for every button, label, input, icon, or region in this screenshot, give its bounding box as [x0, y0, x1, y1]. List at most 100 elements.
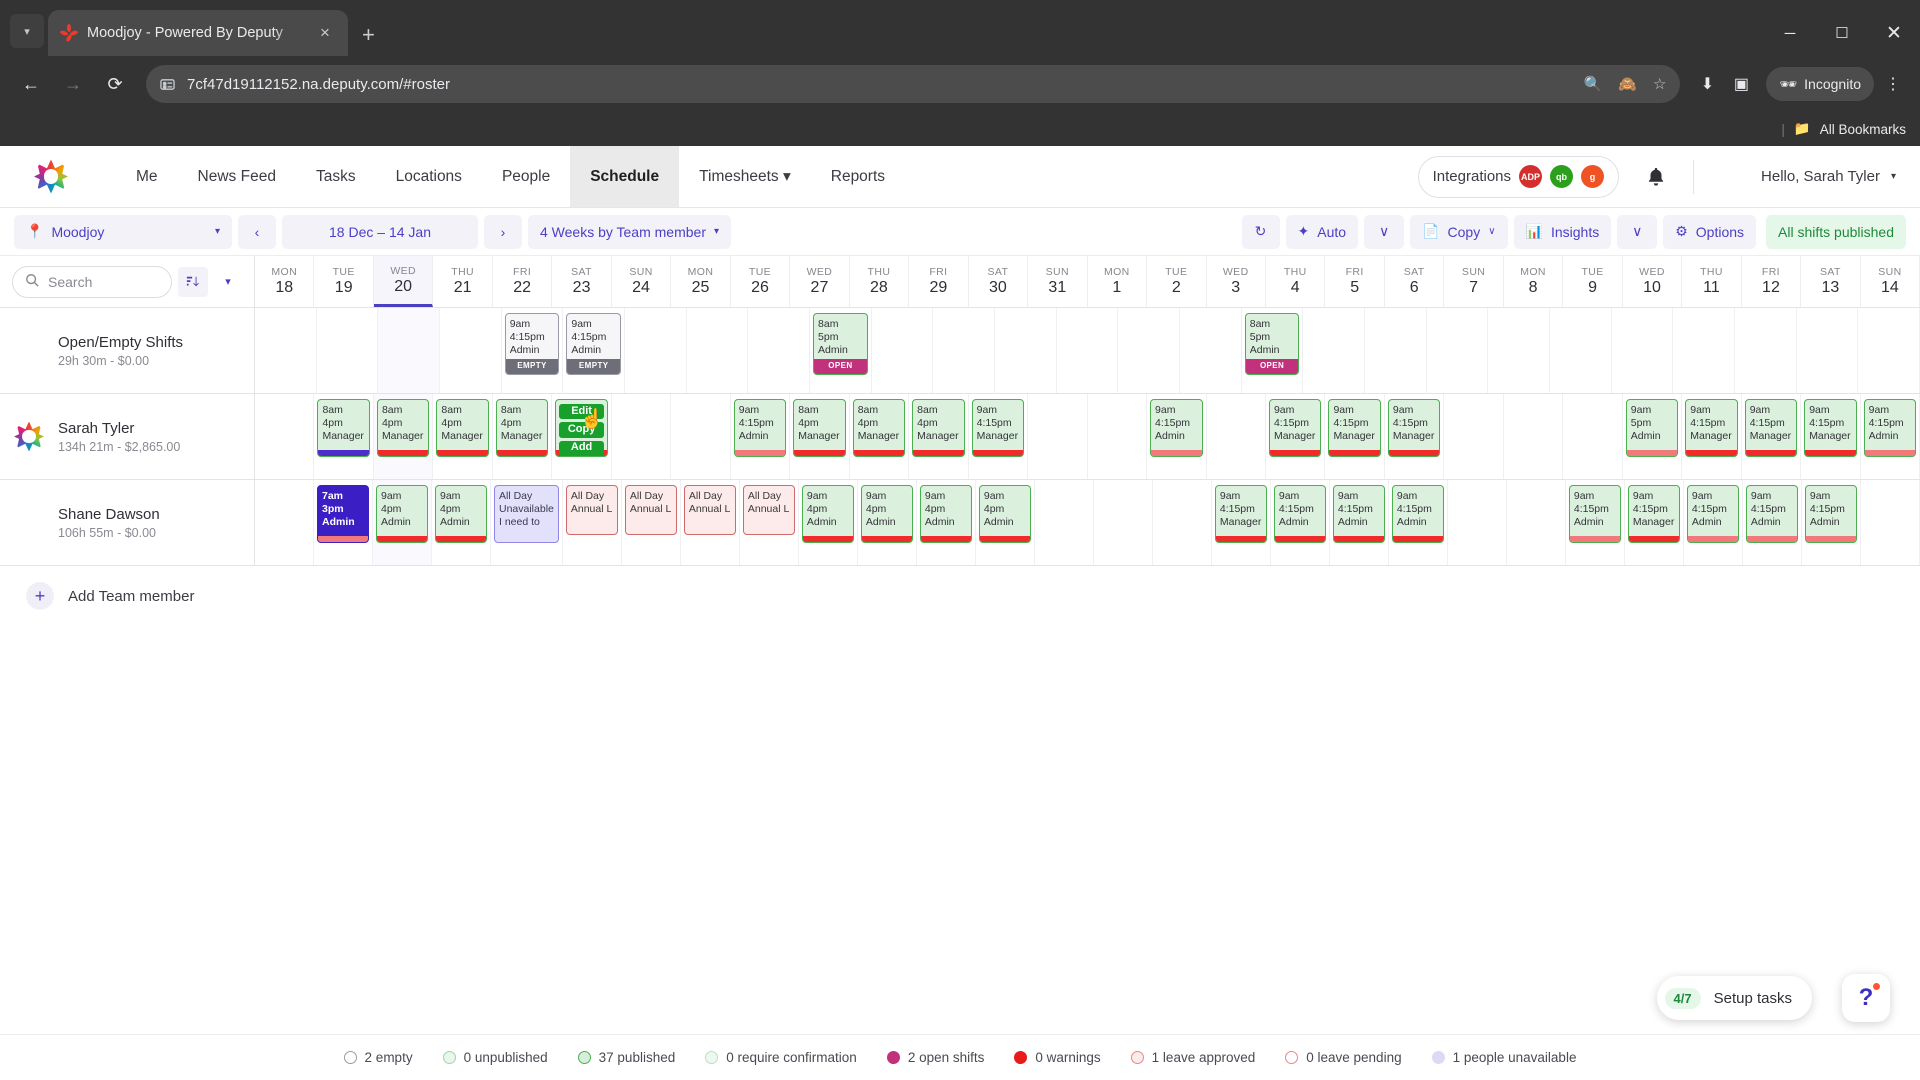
schedule-cell[interactable] — [1550, 308, 1612, 393]
day-column-header[interactable]: WED 10 — [1623, 256, 1683, 307]
schedule-cell[interactable] — [255, 394, 315, 479]
schedule-cell[interactable]: 8am 4pm Manager — [433, 394, 493, 479]
schedule-cell[interactable]: 9am 4:15pm Manager — [1801, 394, 1861, 479]
schedule-cell[interactable]: 9am 4pm Admin — [432, 480, 491, 565]
schedule-cell[interactable] — [1488, 308, 1551, 393]
schedule-cell[interactable] — [748, 308, 811, 393]
publish-status-badge[interactable]: All shifts published — [1766, 214, 1906, 249]
shift-card[interactable]: 9am 4:15pm Manager — [1804, 399, 1857, 457]
address-bar[interactable]: 7cf47d19112152.na.deputy.com/#roster 🔍 🙈… — [146, 65, 1681, 103]
day-column-header[interactable]: SUN 14 — [1861, 256, 1920, 307]
shift-card[interactable]: 8am 4pm Manager — [852, 399, 906, 457]
day-column-header[interactable]: FRI 22 — [493, 256, 553, 307]
shift-card[interactable]: All Day Annual L — [565, 485, 618, 535]
schedule-cell[interactable]: 9am 4:15pm Admin — [1743, 480, 1802, 565]
schedule-cell[interactable]: 8am 4pm Manager — [909, 394, 969, 479]
shift-card[interactable]: 9am 4:15pm Admin EMPTY — [504, 313, 560, 375]
schedule-cell[interactable]: 9am 4:15pm Admin — [1802, 480, 1861, 565]
schedule-cell[interactable] — [255, 308, 317, 393]
schedule-cell[interactable] — [1797, 308, 1859, 393]
shift-card[interactable]: 9am 4:15pm Manager — [1214, 485, 1267, 543]
schedule-cell[interactable] — [687, 308, 749, 393]
shift-card[interactable]: 9am 5pm Admin — [1625, 399, 1679, 457]
day-column-header[interactable]: SUN 7 — [1444, 256, 1504, 307]
integrations-button[interactable]: Integrations ADP qb g — [1417, 155, 1620, 198]
sort-dropdown-button[interactable]: ▾ — [214, 267, 242, 297]
employee-info[interactable]: Open/Empty Shifts 29h 30m - $0.00 — [0, 308, 255, 393]
day-column-header[interactable]: SUN 24 — [612, 256, 672, 307]
moodjoy-logo[interactable] — [34, 159, 68, 194]
reload-button[interactable]: ⟳ — [96, 65, 134, 103]
downloads-icon[interactable]: ⬇ — [1692, 74, 1722, 94]
close-tab-icon[interactable]: × — [314, 23, 336, 43]
sort-button[interactable] — [178, 266, 208, 297]
shift-card[interactable]: 9am 4pm Admin — [801, 485, 854, 543]
schedule-cell[interactable]: 8am 4pm Manager — [850, 394, 910, 479]
shift-card[interactable]: All Day Unavailable I need to — [494, 485, 559, 543]
schedule-cell[interactable]: 9am 4:15pm Admin — [1566, 480, 1625, 565]
shift-card[interactable]: 9am 4pm Admin — [860, 485, 913, 543]
shift-card[interactable]: 9am 4pm Admin — [376, 485, 428, 543]
shift-card[interactable]: 9am 4:15pm Admin — [1568, 485, 1621, 543]
nav-item-schedule[interactable]: Schedule — [570, 146, 680, 207]
shift-card[interactable]: 9am 4pm Admin — [978, 485, 1031, 543]
schedule-cell[interactable]: 9am 4:15pm Manager — [1385, 394, 1445, 479]
shift-card[interactable]: 9am 4:15pm Admin — [1150, 399, 1203, 457]
shift-card[interactable]: 9am 4:15pm Manager — [971, 399, 1025, 457]
schedule-cell[interactable] — [1673, 308, 1736, 393]
notifications-button[interactable] — [1619, 166, 1693, 188]
schedule-cell[interactable]: 9am 5pm Admin — [1623, 394, 1683, 479]
nav-item-timesheets[interactable]: Timesheets ▾ — [679, 146, 811, 207]
zoom-search-icon[interactable]: 🔍 — [1584, 75, 1603, 93]
schedule-cell[interactable]: All Day Annual L — [681, 480, 740, 565]
side-panel-icon[interactable]: ▣ — [1726, 74, 1756, 94]
context-menu-item-add[interactable]: Add — [559, 440, 604, 456]
setup-tasks-widget[interactable]: 4/7 Setup tasks — [1656, 976, 1812, 1020]
maximize-button[interactable]: ☐ — [1816, 10, 1868, 56]
nav-item-me[interactable]: Me — [116, 146, 178, 207]
schedule-cell[interactable] — [1427, 308, 1489, 393]
shift-card[interactable]: 9am 4:15pm Admin EMPTY — [566, 313, 622, 375]
browser-tab[interactable]: Moodjoy - Powered By Deputy × — [48, 10, 348, 56]
schedule-cell[interactable]: All Day Annual L — [622, 480, 681, 565]
options-button[interactable]: ⚙ Options — [1663, 214, 1757, 249]
schedule-cell[interactable]: 8am 4pm Manager — [790, 394, 850, 479]
nav-item-reports[interactable]: Reports — [811, 146, 905, 207]
day-column-header[interactable]: WED 3 — [1207, 256, 1266, 307]
shift-card[interactable]: 8am 4pm Manager — [376, 399, 430, 457]
schedule-cell[interactable]: 9am 4:15pm Admin — [1389, 480, 1448, 565]
schedule-cell[interactable] — [1088, 394, 1148, 479]
insights-button[interactable]: 📊 Insights — [1513, 214, 1612, 249]
shift-card[interactable]: 9am 4:15pm Admin — [1804, 485, 1857, 543]
next-period-button[interactable]: › — [484, 214, 522, 249]
all-bookmarks-label[interactable]: All Bookmarks — [1820, 122, 1906, 137]
schedule-cell[interactable] — [1057, 308, 1119, 393]
schedule-cell[interactable] — [612, 394, 672, 479]
day-column-header[interactable]: THU 28 — [850, 256, 910, 307]
nav-item-tasks[interactable]: Tasks — [296, 146, 376, 207]
shift-card[interactable]: 8am 4pm Manager — [495, 399, 549, 457]
schedule-cell[interactable] — [1504, 394, 1564, 479]
shift-card[interactable]: All Day Annual L — [683, 485, 736, 535]
shift-card[interactable]: All Day Annual L — [742, 485, 795, 535]
forward-button[interactable]: → — [54, 65, 92, 103]
integration-badge-quickbooks[interactable]: qb — [1550, 165, 1574, 188]
schedule-cell[interactable]: 8am 5pm Admin OPEN — [810, 308, 872, 393]
shift-card[interactable]: All Day Annual L — [624, 485, 677, 535]
prev-period-button[interactable]: ‹ — [238, 214, 276, 249]
schedule-cell[interactable]: 9am 4:15pm Admin — [1861, 394, 1920, 479]
schedule-cell[interactable]: 9am 4:15pm Admin — [731, 394, 791, 479]
shift-card[interactable]: 9am 4:15pm Admin — [1332, 485, 1385, 543]
auto-dropdown-button[interactable]: ∨ — [1364, 214, 1405, 249]
schedule-cell[interactable] — [1563, 394, 1623, 479]
shift-card[interactable]: 8am 4pm Manager — [317, 399, 370, 457]
copy-button[interactable]: 📄 Copy ∨ — [1410, 214, 1508, 249]
shift-card[interactable]: 9am 4:15pm Manager — [1387, 399, 1441, 457]
schedule-cell[interactable] — [933, 308, 996, 393]
location-selector[interactable]: 📍 Moodjoy ▾ — [14, 214, 232, 249]
schedule-cell[interactable]: 9am 4:15pm Manager — [1325, 394, 1385, 479]
day-column-header[interactable]: TUE 19 — [314, 256, 374, 307]
schedule-cell[interactable] — [671, 394, 731, 479]
minimize-button[interactable]: ─ — [1764, 10, 1816, 56]
schedule-cell[interactable] — [317, 308, 379, 393]
